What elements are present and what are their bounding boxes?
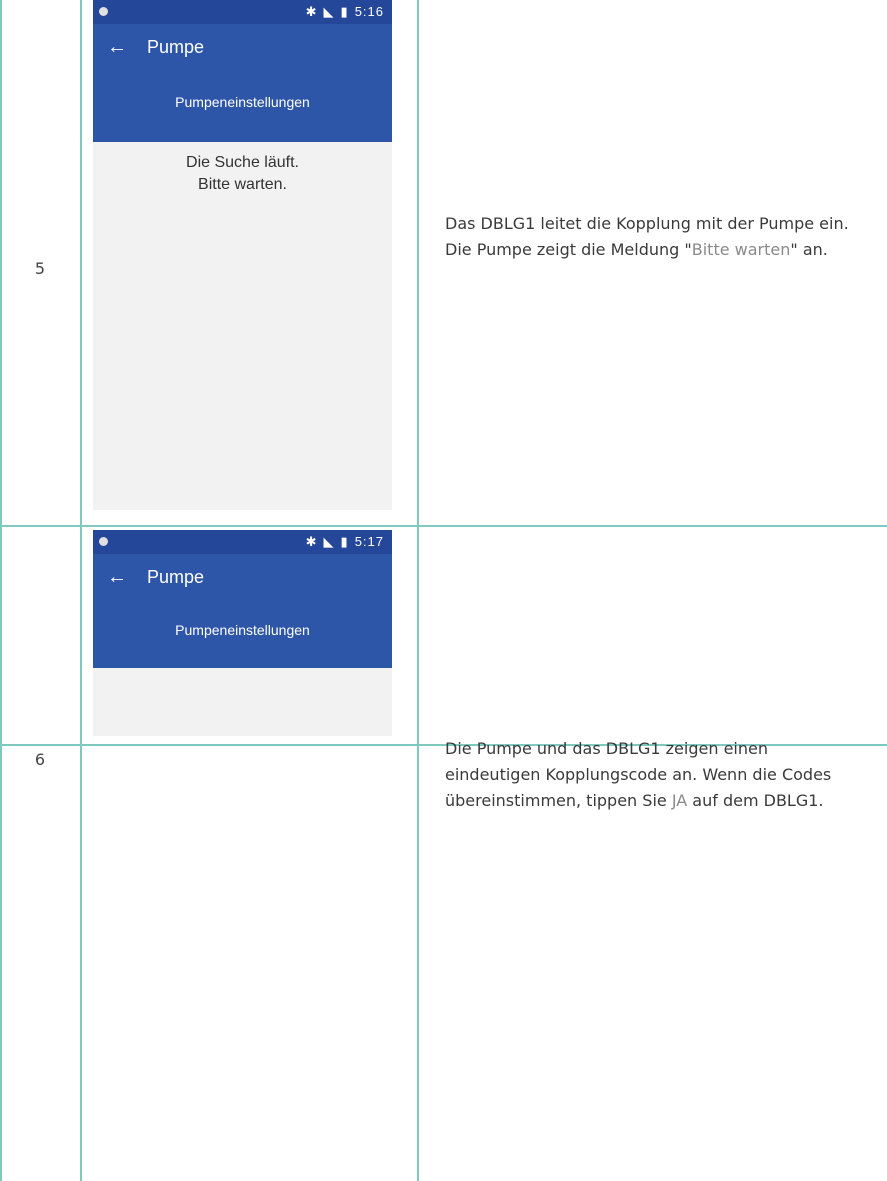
step-description: Die Pumpe und das DBLG1 zeigen einen ein… (445, 736, 855, 814)
battery-icon: ▮ (340, 4, 349, 19)
status-time: 5:17 (354, 534, 384, 549)
description-paragraph: Das DBLG1 leitet die Kopplung mit der Pu… (445, 214, 849, 233)
status-time: 5:16 (354, 4, 384, 19)
back-arrow-icon[interactable]: ← (107, 566, 127, 589)
table-row-divider-1 (0, 525, 887, 527)
step-description: Das DBLG1 leitet die Kopplung mit der Pu… (445, 211, 855, 263)
bluetooth-icon: ✱ (305, 4, 318, 19)
table-left-border (0, 0, 2, 1181)
status-bar: ✱ ◣ ▮ 5:17 (93, 530, 392, 554)
search-message: Die Suche läuft. Bitte warten. (93, 152, 392, 196)
dblg1-pairing-content (93, 668, 392, 736)
highlighted-term: JA (671, 791, 688, 810)
notification-dot-icon (99, 7, 108, 16)
app-subtitle: Pumpeneinstellungen (175, 622, 310, 638)
bluetooth-icon: ✱ (305, 534, 318, 549)
app-title: Pumpe (147, 37, 205, 57)
step-number: 6 (34, 750, 46, 769)
status-icons: ✱ ◣ ▮ 5:17 (300, 534, 384, 550)
table-column-divider-1 (80, 0, 82, 1181)
description-paragraph: Die Pumpe zeigt die Meldung "Bitte warte… (445, 237, 855, 263)
app-subtitle: Pumpeneinstellungen (175, 94, 310, 110)
search-message-line: Bitte warten. (198, 176, 287, 193)
notification-dot-icon (99, 537, 108, 546)
step-number: 5 (34, 259, 46, 278)
text-segment: " an. (790, 240, 828, 259)
status-icons: ✱ ◣ ▮ 5:16 (300, 4, 384, 20)
search-message-line: Die Suche läuft. (186, 154, 299, 171)
app-title: Pumpe (147, 567, 205, 587)
no-signal-icon: ◣ (323, 4, 335, 19)
table-column-divider-2 (417, 0, 419, 1181)
battery-icon: ▮ (340, 534, 349, 549)
no-signal-icon: ◣ (323, 534, 335, 549)
text-segment: Die Pumpe zeigt die Meldung " (445, 240, 692, 259)
phone-screenshot: ✱ ◣ ▮ 5:16 ← Pumpe Pumpeneinstellungen Die … (93, 0, 392, 510)
highlighted-term: Bitte warten (691, 240, 791, 259)
back-arrow-icon[interactable]: ← (107, 36, 127, 59)
app-bar: ← Pumpe Pumpeneinstellungen (93, 554, 392, 668)
text-segment: auf dem DBLG1. (687, 791, 824, 810)
status-bar: ✱ ◣ ▮ 5:16 (93, 0, 392, 24)
app-bar: ← Pumpe Pumpeneinstellungen (93, 24, 392, 142)
